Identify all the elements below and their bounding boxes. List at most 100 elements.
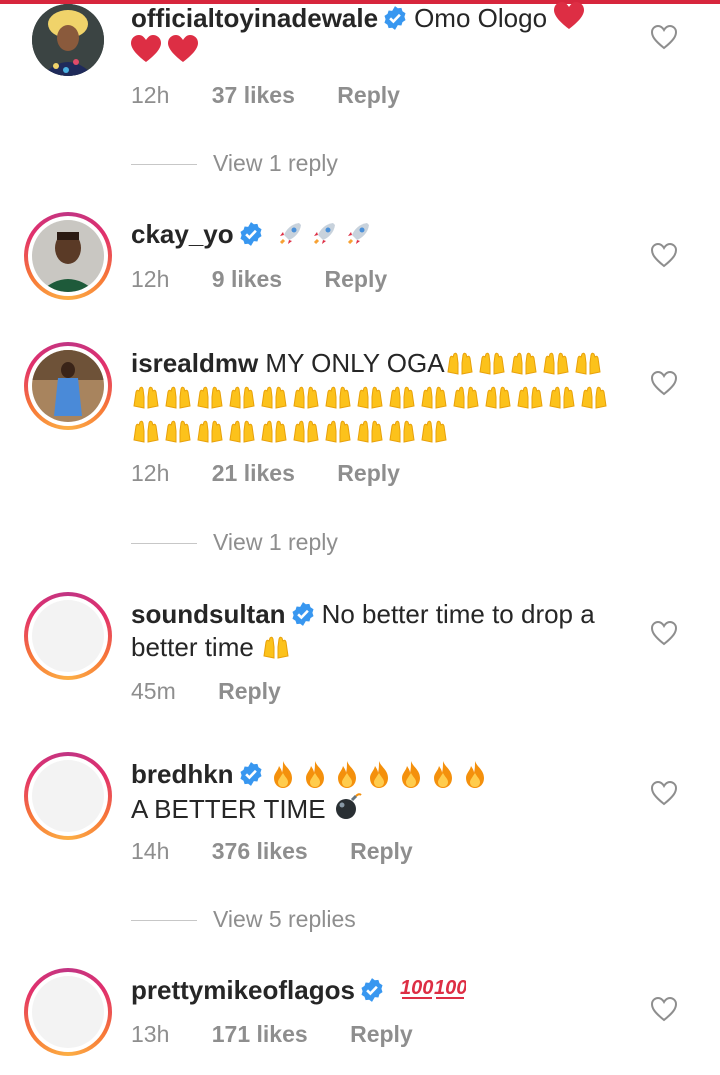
view-replies-button[interactable]: View 5 replies xyxy=(131,904,356,934)
fire-emoji xyxy=(305,761,324,788)
heart-emoji xyxy=(131,35,161,62)
comment-username[interactable]: bredhkn xyxy=(131,759,234,789)
comment-time: 12h xyxy=(131,460,170,486)
like-heart-icon[interactable] xyxy=(650,24,678,50)
raising-hands-emoji xyxy=(511,352,537,375)
raising-hands-emoji xyxy=(581,386,607,409)
like-heart-icon[interactable] xyxy=(650,780,678,806)
view-replies-label: View 1 reply xyxy=(213,529,338,555)
comment-likes[interactable]: 37 likes xyxy=(212,82,295,108)
comment-username[interactable]: officialtoyinadewale xyxy=(131,3,378,33)
avatar[interactable] xyxy=(24,212,112,300)
raising-hands-emoji xyxy=(421,420,447,443)
fire-emoji xyxy=(465,761,484,788)
raising-hands-emoji-group xyxy=(131,382,611,412)
reply-button[interactable]: Reply xyxy=(337,82,400,108)
avatar[interactable] xyxy=(24,968,112,1056)
reply-button[interactable]: Reply xyxy=(337,460,400,486)
raising-hands-emoji xyxy=(485,386,511,409)
raising-hands-emoji xyxy=(549,386,575,409)
raising-hands-emoji xyxy=(229,420,255,443)
raising-hands-emoji-group xyxy=(131,416,451,446)
bomb-emoji xyxy=(335,793,362,819)
raising-hands-emoji xyxy=(261,420,287,443)
reply-button[interactable]: Reply xyxy=(350,1021,413,1047)
svg-text:100: 100 xyxy=(434,977,466,999)
raising-hands-emoji xyxy=(325,420,351,443)
comment-text: Omo Ologo xyxy=(414,3,548,33)
svg-text:100: 100 xyxy=(400,977,433,999)
raising-hands-emoji xyxy=(293,420,319,443)
rocket-emoji xyxy=(279,223,301,245)
raising-hands-emoji xyxy=(261,386,287,409)
reply-button[interactable]: Reply xyxy=(350,838,413,864)
verified-badge-icon xyxy=(240,222,262,246)
like-heart-icon[interactable] xyxy=(650,370,678,396)
reply-button[interactable]: Reply xyxy=(325,266,388,292)
comment-likes[interactable]: 171 likes xyxy=(212,1021,308,1047)
reply-button[interactable]: Reply xyxy=(218,678,281,704)
fire-emoji-group xyxy=(270,759,494,789)
comment-likes[interactable]: 376 likes xyxy=(212,838,308,864)
raising-hands-emoji xyxy=(357,386,383,409)
fire-emoji xyxy=(433,761,452,788)
view-replies-label: View 1 reply xyxy=(213,150,338,176)
raising-hands-emoji-group xyxy=(445,348,605,378)
avatar[interactable] xyxy=(32,4,104,76)
raising-hands-emoji xyxy=(197,420,223,443)
verified-badge-icon xyxy=(292,602,314,626)
raising-hands-emoji xyxy=(421,386,447,409)
fire-emoji xyxy=(369,761,388,788)
heart-emoji xyxy=(554,2,585,29)
like-heart-icon[interactable] xyxy=(650,620,678,646)
raising-hands-emoji xyxy=(389,420,415,443)
comment-time: 12h xyxy=(131,266,170,292)
comment-username[interactable]: prettymikeoflagos xyxy=(131,975,355,1005)
comment-time: 13h xyxy=(131,1021,170,1047)
verified-badge-icon xyxy=(240,762,262,786)
divider-line xyxy=(131,543,197,545)
divider-line xyxy=(131,164,197,166)
comment-likes[interactable]: 21 likes xyxy=(212,460,295,486)
raising-hands-emoji xyxy=(325,386,351,409)
raising-hands-emoji xyxy=(165,386,191,409)
avatar[interactable] xyxy=(24,752,112,840)
like-heart-icon[interactable] xyxy=(650,996,678,1022)
raising-hands-emoji xyxy=(263,636,289,659)
raising-hands-emoji xyxy=(293,386,319,409)
raising-hands-emoji xyxy=(575,352,601,375)
comment-time: 45m xyxy=(131,678,176,704)
comment-time: 12h xyxy=(131,82,170,108)
raising-hands-emoji xyxy=(133,420,159,443)
hundred-points-emoji: 100 100 xyxy=(400,977,466,999)
view-replies-button[interactable]: View 1 reply xyxy=(131,148,338,178)
raising-hands-emoji xyxy=(357,420,383,443)
comment-time: 14h xyxy=(131,838,170,864)
raising-hands-emoji xyxy=(229,386,255,409)
comment-username[interactable]: soundsultan xyxy=(131,599,286,629)
raising-hands-emoji xyxy=(165,420,191,443)
heart-emoji xyxy=(168,35,199,62)
comment-likes[interactable]: 9 likes xyxy=(212,266,282,292)
comment-username[interactable]: ckay_yo xyxy=(131,219,234,249)
raising-hands-emoji xyxy=(389,386,415,409)
raising-hands-emoji xyxy=(543,352,569,375)
view-replies-button[interactable]: View 1 reply xyxy=(131,527,338,557)
fire-emoji xyxy=(273,761,292,788)
view-replies-label: View 5 replies xyxy=(213,906,356,932)
raising-hands-emoji xyxy=(479,352,505,375)
comment-text: MY ONLY OGA xyxy=(265,348,445,378)
avatar[interactable] xyxy=(24,592,112,680)
verified-badge-icon xyxy=(361,978,383,1002)
raising-hands-emoji xyxy=(133,386,159,409)
rocket-emoji xyxy=(313,223,335,245)
raising-hands-emoji xyxy=(517,386,543,409)
rocket-emoji xyxy=(347,223,369,245)
fire-emoji xyxy=(401,761,420,788)
fire-emoji xyxy=(337,761,356,788)
raising-hands-emoji xyxy=(453,386,479,409)
comment-username[interactable]: isrealdmw xyxy=(131,348,258,378)
like-heart-icon[interactable] xyxy=(650,242,678,268)
avatar[interactable] xyxy=(24,342,112,430)
raising-hands-emoji xyxy=(447,352,473,375)
